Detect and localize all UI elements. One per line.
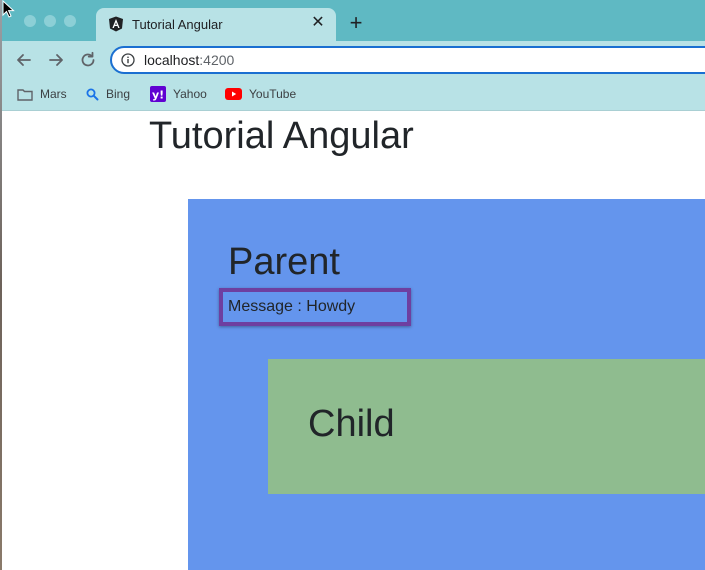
- bookmark-yahoo[interactable]: y! Yahoo: [150, 84, 207, 104]
- bookmark-label: Yahoo: [173, 87, 207, 101]
- bookmark-label: YouTube: [249, 87, 297, 101]
- desktop-edge: [0, 0, 2, 570]
- bookmarks-bar: Mars Bing y! Yahoo YouTube: [0, 79, 705, 111]
- plus-icon[interactable]: +: [346, 12, 366, 34]
- browser-window: Tutorial Angular ✕ + localhost:4200 Mars…: [0, 0, 705, 570]
- bookmark-mars[interactable]: Mars: [17, 84, 67, 104]
- bookmark-label: Mars: [40, 87, 67, 101]
- parent-component: Parent Message : Howdy Child: [188, 199, 705, 570]
- bookmark-bing[interactable]: Bing: [86, 84, 130, 104]
- forward-arrow-icon[interactable]: [45, 49, 67, 71]
- bookmark-label: Bing: [106, 87, 131, 101]
- yahoo-icon: y!: [150, 86, 166, 102]
- reload-icon[interactable]: [77, 49, 99, 71]
- window-close-dot[interactable]: [24, 15, 36, 27]
- svg-text:y!: y!: [152, 89, 164, 102]
- search-icon: [86, 88, 99, 100]
- browser-toolbar: localhost:4200: [0, 41, 705, 79]
- bookmark-youtube[interactable]: YouTube: [225, 84, 296, 104]
- tab-tutorial-angular[interactable]: Tutorial Angular ✕: [96, 8, 336, 41]
- address-bar[interactable]: localhost:4200: [110, 46, 705, 74]
- page-title: Tutorial Angular: [149, 115, 414, 157]
- child-component: Child: [268, 359, 705, 494]
- mouse-cursor-icon: [2, 0, 15, 18]
- tab-strip: Tutorial Angular ✕ +: [0, 0, 705, 41]
- url-port: :4200: [199, 52, 235, 68]
- page-viewport: Tutorial Angular Parent Message : Howdy …: [0, 111, 705, 570]
- window-minimize-dot[interactable]: [44, 15, 56, 27]
- message-text: Message : Howdy: [228, 298, 356, 315]
- back-arrow-icon[interactable]: [13, 49, 35, 71]
- folder-icon: [17, 88, 33, 101]
- url-text: localhost:4200: [144, 52, 234, 68]
- window-zoom-dot[interactable]: [64, 15, 76, 27]
- angular-icon: [109, 16, 123, 32]
- child-heading: Child: [308, 403, 395, 445]
- tab-title: Tutorial Angular: [132, 17, 223, 32]
- youtube-icon: [225, 88, 242, 100]
- info-icon[interactable]: [121, 53, 135, 67]
- parent-heading: Parent: [228, 241, 340, 283]
- url-host: localhost: [144, 52, 200, 68]
- close-icon[interactable]: ✕: [310, 15, 326, 31]
